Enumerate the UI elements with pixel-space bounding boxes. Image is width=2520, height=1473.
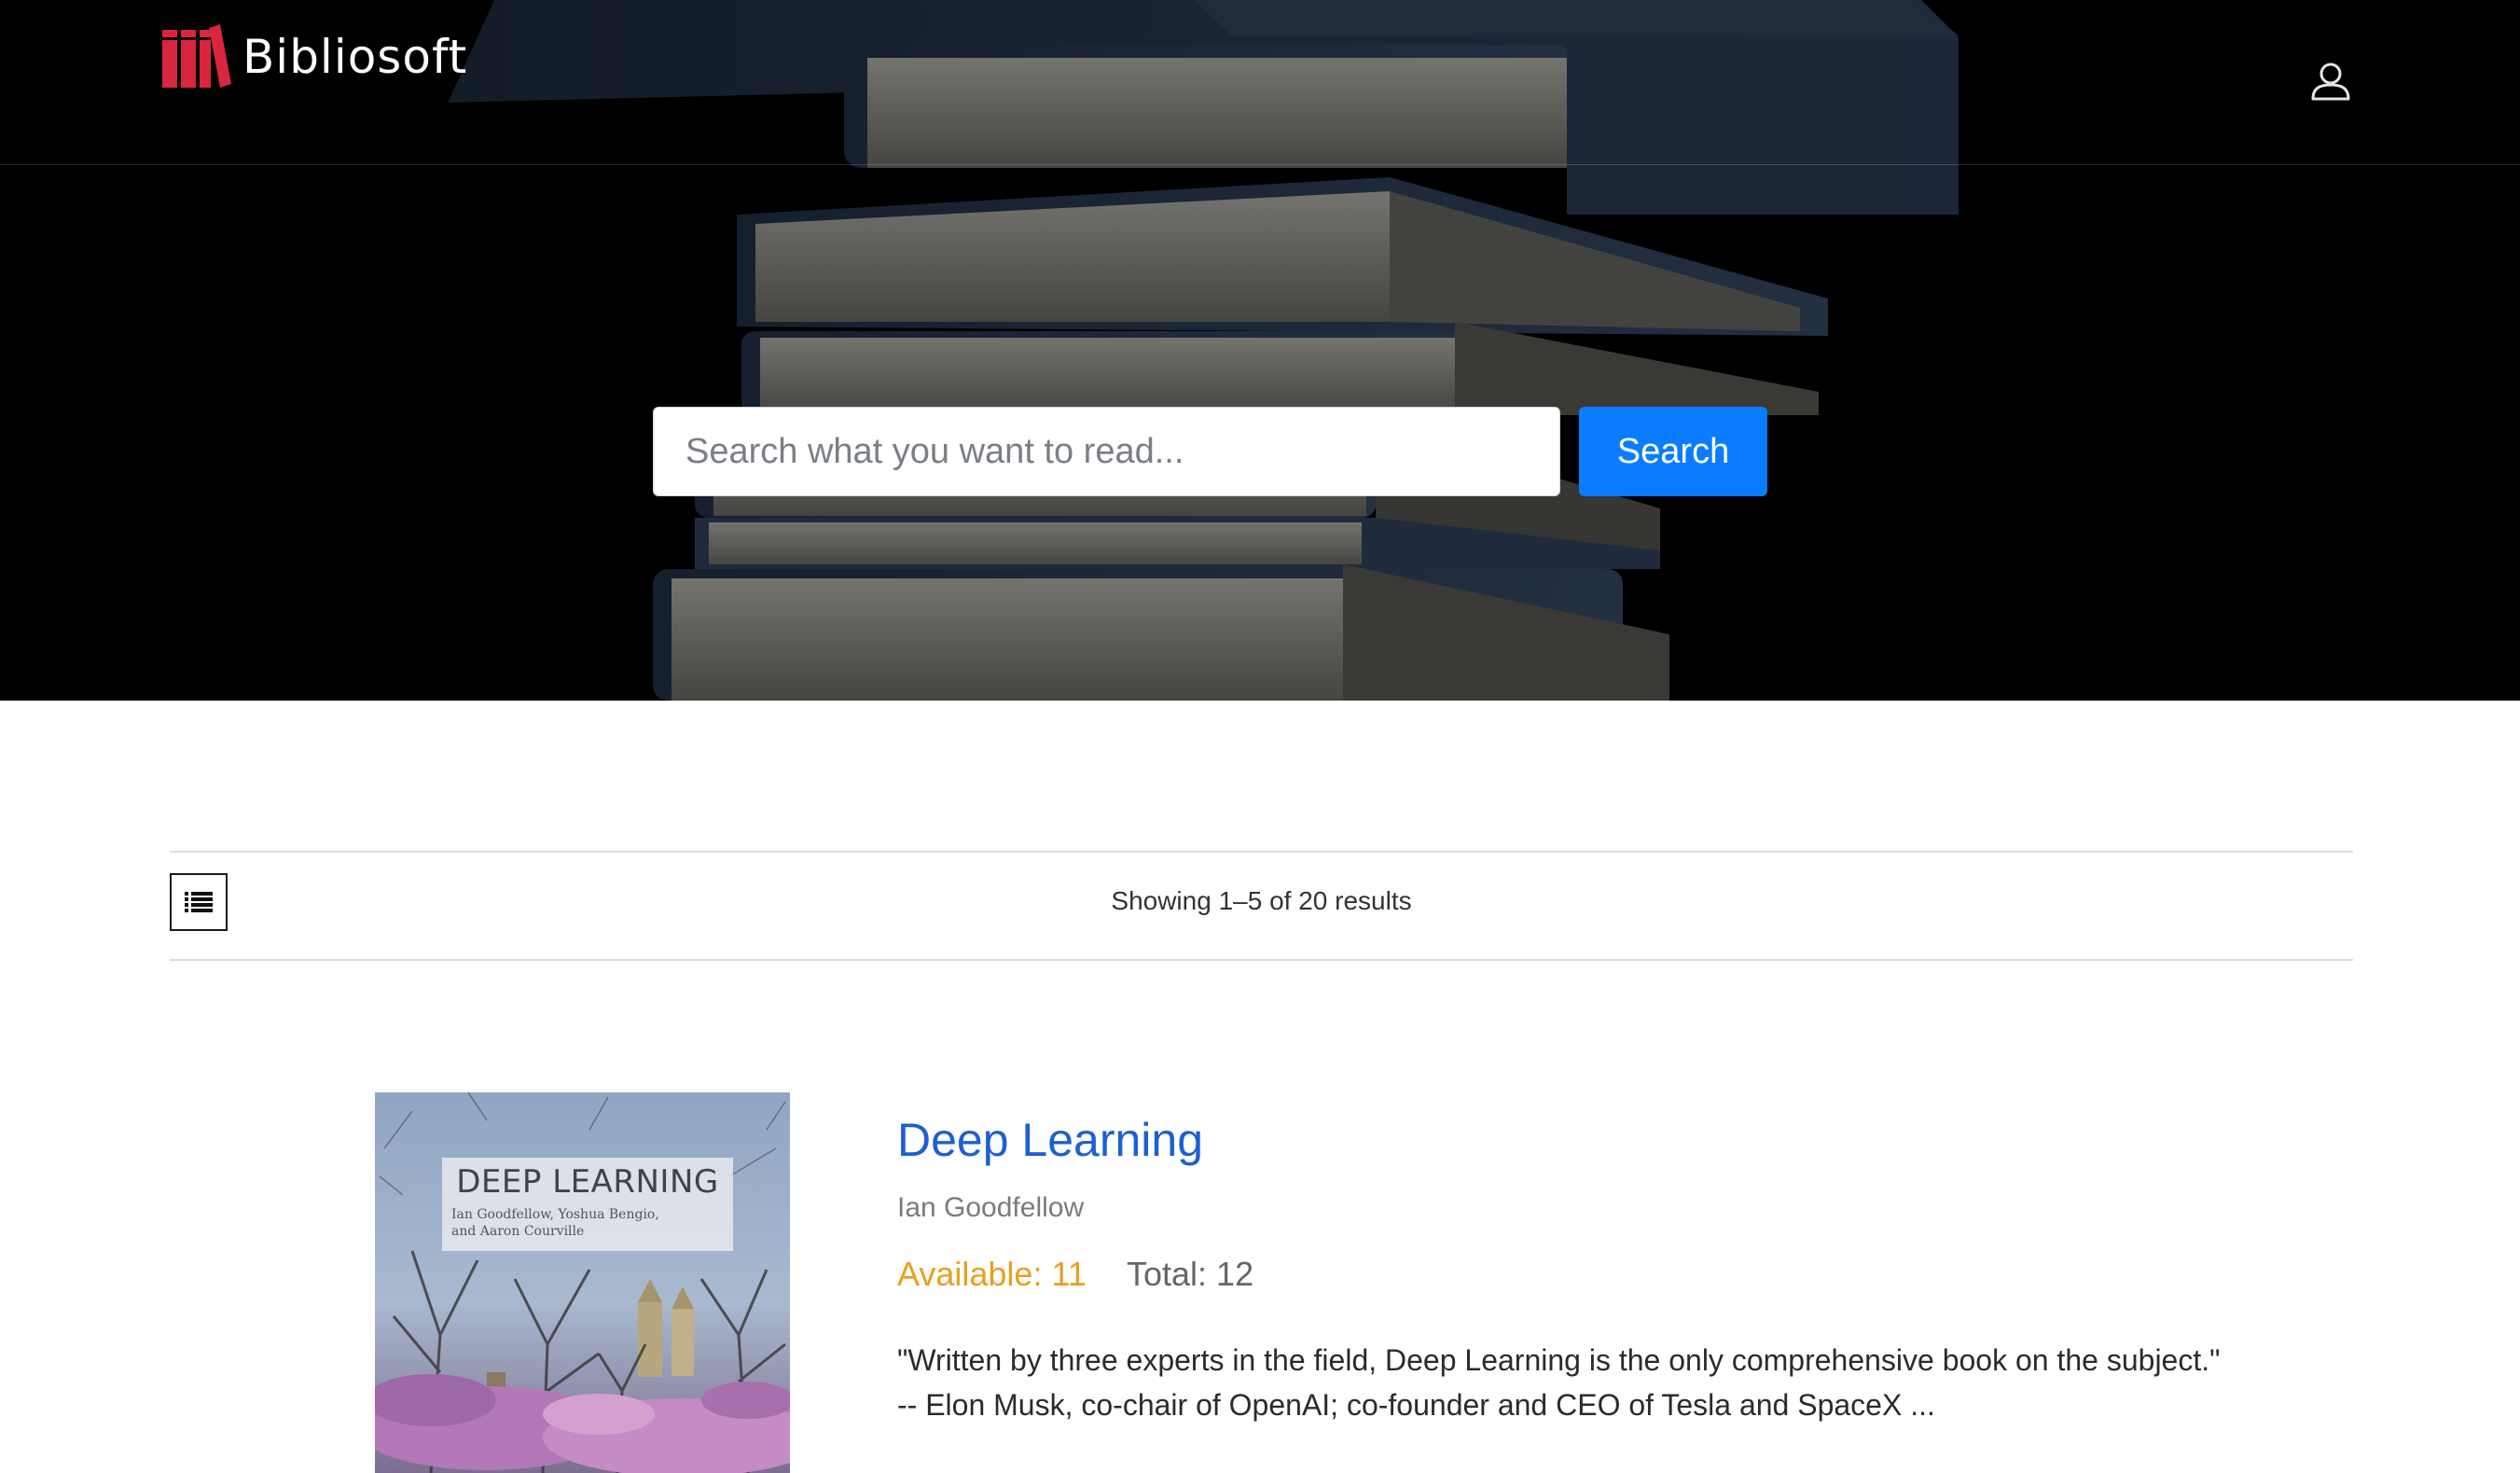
cover-authors-line2: and Aaron Courville	[451, 1224, 585, 1239]
top-navigation-bar: Bibliosoft	[0, 0, 2520, 165]
books-logo-icon	[162, 24, 231, 88]
results-toolbar: Showing 1–5 of 20 results	[170, 851, 2353, 961]
brand[interactable]: Bibliosoft	[160, 24, 467, 90]
book-title-link[interactable]: Deep Learning	[897, 1113, 1203, 1167]
cover-title-box: DEEP LEARNING Ian Goodfellow, Yoshua Ben…	[442, 1158, 733, 1251]
search-form: Search	[653, 407, 1767, 496]
book-total-count: Total: 12	[1127, 1255, 1254, 1293]
book-cover-art	[375, 1092, 790, 1473]
cover-title: DEEP LEARNING	[456, 1163, 719, 1201]
search-input[interactable]	[653, 407, 1560, 496]
book-description-line2: -- Elon Musk, co-chair of OpenAI; co-fou…	[897, 1388, 1935, 1422]
hero-banner: Bibliosoft Search	[0, 0, 2520, 701]
cover-authors-line1: Ian Goodfellow, Yoshua Bengio,	[451, 1207, 659, 1222]
user-icon[interactable]	[2307, 58, 2354, 104]
brand-name: Bibliosoft	[242, 30, 468, 84]
book-description: "Written by three experts in the field, …	[897, 1338, 2296, 1427]
results-count: Showing 1–5 of 20 results	[1111, 886, 1412, 915]
search-button[interactable]: Search	[1579, 407, 1767, 496]
book-cover-image[interactable]: DEEP LEARNING Ian Goodfellow, Yoshua Ben…	[375, 1092, 790, 1473]
book-author: Ian Goodfellow	[897, 1192, 1085, 1223]
book-available-count: Available: 11	[897, 1255, 1087, 1293]
cover-authors: Ian Goodfellow, Yoshua Bengio, and Aaron…	[451, 1206, 731, 1240]
book-description-line1: "Written by three experts in the field, …	[897, 1343, 2221, 1377]
